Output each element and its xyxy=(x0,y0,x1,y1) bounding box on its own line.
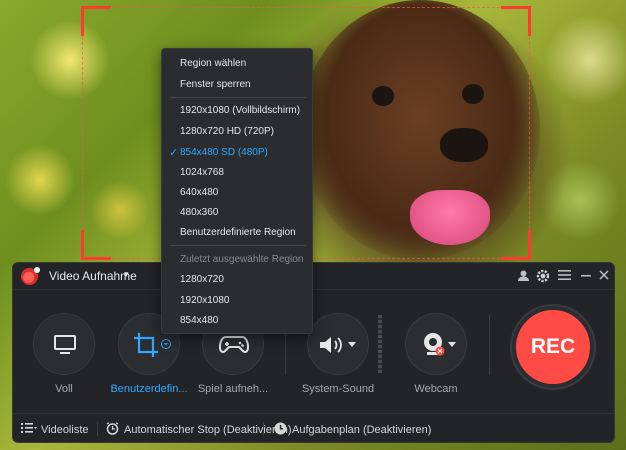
rec-button[interactable]: REC xyxy=(512,306,594,388)
system-sound-button[interactable] xyxy=(306,313,370,375)
full-screen-button[interactable] xyxy=(32,313,96,375)
separator xyxy=(489,315,490,375)
menu-item-1920x1080-full[interactable]: 1920x1080 (Vollbildschirm) xyxy=(180,105,300,116)
webcam-circle[interactable] xyxy=(405,313,467,375)
menu-item-1280x720-hd[interactable]: 1280x720 HD (720P) xyxy=(180,126,274,137)
clock-icon[interactable] xyxy=(274,422,287,438)
monitor-icon xyxy=(54,335,76,354)
minimize-icon[interactable] xyxy=(579,269,593,283)
list-icon[interactable] xyxy=(21,422,37,437)
volume-slider[interactable] xyxy=(378,315,382,373)
region-corner-bottom-left[interactable] xyxy=(81,230,111,260)
titlebar: Video Aufnahme ▾ xyxy=(13,263,614,289)
menu-item-select-region[interactable]: Region wählen xyxy=(180,58,246,69)
gear-icon[interactable] xyxy=(536,269,550,283)
separator xyxy=(263,422,264,436)
checkmark-icon: ✓ xyxy=(169,147,179,159)
menu-item-854x480-sd[interactable]: 854x480 SD (480P) xyxy=(180,147,268,158)
chevron-down-icon xyxy=(161,339,171,349)
bottom-bar: Videoliste Automatischer Stop (Deaktivie… xyxy=(13,413,614,443)
menu-heading-recent-regions: Zuletzt ausgewählte Region xyxy=(180,254,304,265)
user-icon[interactable] xyxy=(516,269,530,283)
divider xyxy=(13,289,614,290)
menu-item-custom-region[interactable]: Benutzerdefinierte Region xyxy=(180,227,296,238)
chevron-down-icon[interactable]: ▾ xyxy=(124,269,129,280)
task-plan-link[interactable]: Aufgabenplan (Deaktivieren) xyxy=(292,424,431,436)
chevron-down-icon xyxy=(448,342,456,347)
menu-item-1024x768[interactable]: 1024x768 xyxy=(180,167,224,178)
menu-item-480x360[interactable]: 480x360 xyxy=(180,207,218,218)
auto-stop-link[interactable]: Automatischer Stop (Deaktivieren) xyxy=(124,424,292,436)
region-corner-top-left[interactable] xyxy=(81,6,111,36)
gamepad-icon xyxy=(219,336,249,353)
menu-item-lock-window[interactable]: Fenster sperren xyxy=(180,79,251,90)
webcam-icon xyxy=(424,333,445,356)
separator xyxy=(97,422,98,436)
menu-separator xyxy=(170,97,306,98)
menu-item-recent-854x480[interactable]: 854x480 xyxy=(180,315,218,326)
video-list-link[interactable]: Videoliste xyxy=(41,424,89,436)
speaker-icon xyxy=(320,337,342,353)
menu-item-recent-1920x1080[interactable]: 1920x1080 xyxy=(180,295,230,306)
chevron-down-icon xyxy=(348,342,356,347)
menu-item-recent-1280x720[interactable]: 1280x720 xyxy=(180,274,224,285)
recorder-toolbar: Video Aufnahme ▾ Voll Benutzerdefin... S… xyxy=(12,262,615,443)
menu-separator xyxy=(170,245,306,246)
system-sound-label: System-Sound xyxy=(301,383,375,395)
system-sound-circle[interactable] xyxy=(307,313,369,375)
region-corner-top-right[interactable] xyxy=(501,6,531,36)
full-screen-circle[interactable] xyxy=(33,313,95,375)
game-record-label: Spiel aufneh... xyxy=(197,383,269,395)
crop-icon xyxy=(134,333,158,357)
webcam-button[interactable] xyxy=(404,313,468,375)
menu-item-640x480[interactable]: 640x480 xyxy=(180,187,218,198)
alarm-clock-icon[interactable] xyxy=(106,422,119,438)
region-corner-bottom-right[interactable] xyxy=(501,230,531,260)
region-dropdown-menu: Region wählen Fenster sperren 1920x1080 … xyxy=(161,48,313,334)
webcam-label: Webcam xyxy=(414,383,458,395)
close-icon[interactable] xyxy=(597,269,611,283)
app-logo xyxy=(21,267,40,285)
menu-icon[interactable] xyxy=(557,269,571,283)
